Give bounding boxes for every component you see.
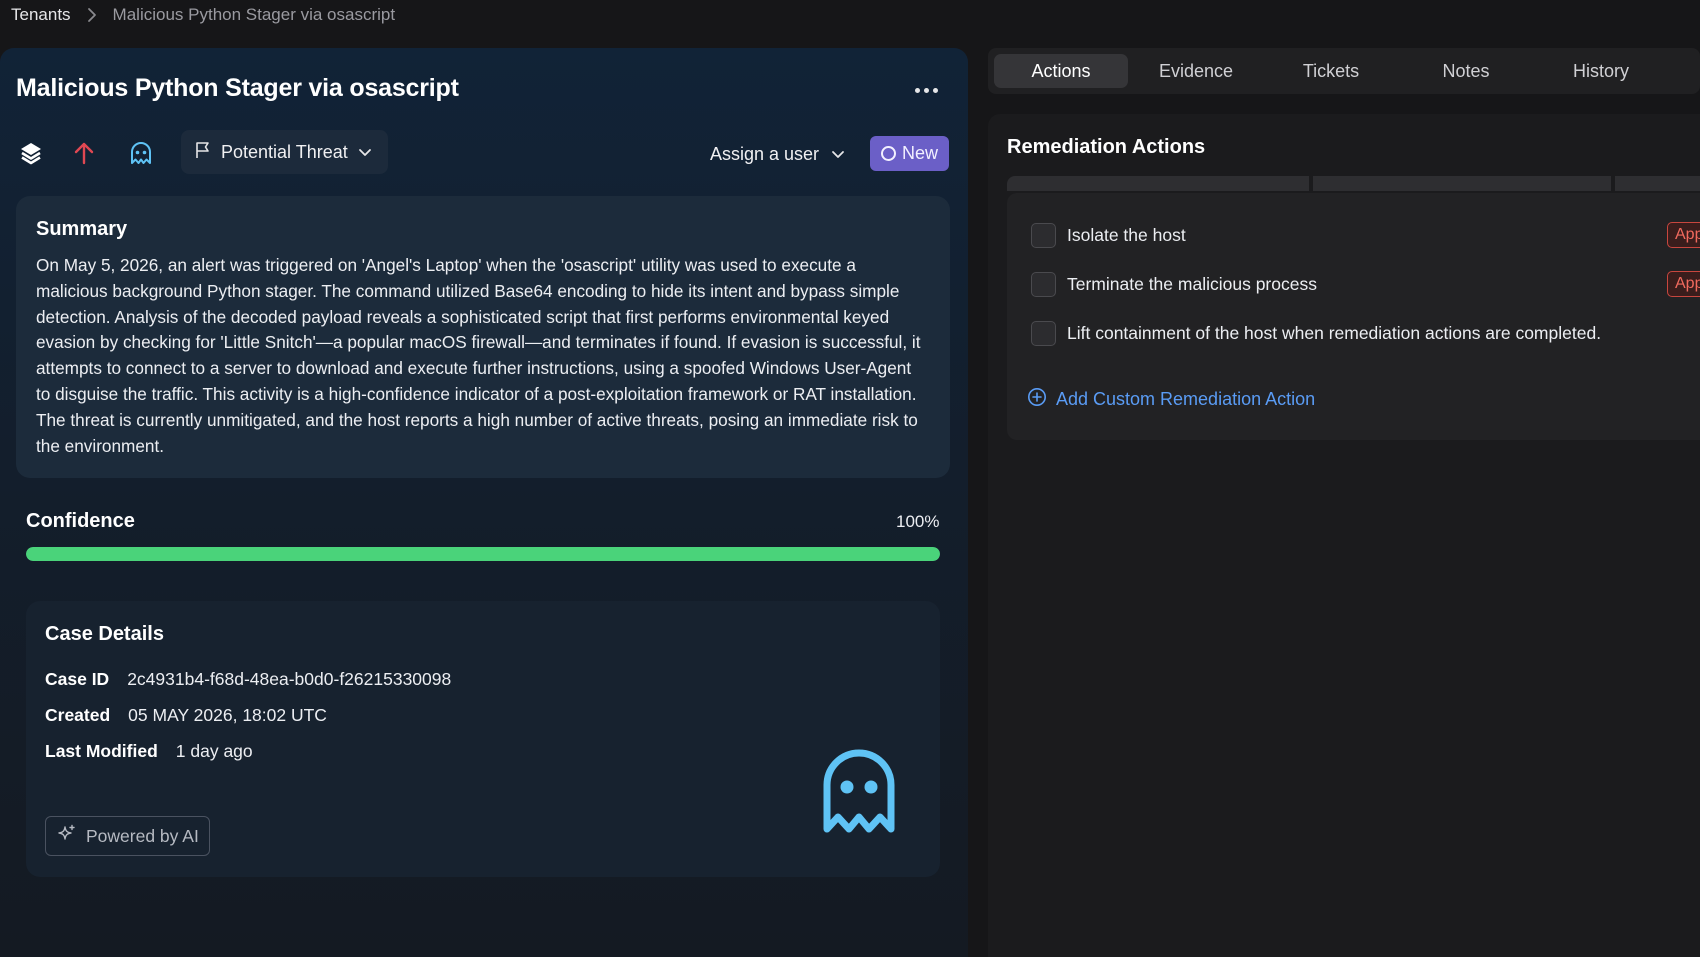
plus-circle-icon <box>1027 387 1047 412</box>
detail-value: 2c4931b4-f68d-48ea-b0d0-f26215330098 <box>127 669 452 689</box>
powered-by-ai-badge: Powered by AI <box>45 816 210 856</box>
dot-icon <box>914 87 920 93</box>
assign-user-dropdown[interactable]: Assign a user <box>710 142 845 166</box>
approve-button[interactable]: App <box>1667 271 1700 297</box>
more-options-button[interactable] <box>910 78 942 102</box>
add-custom-remediation-label: Add Custom Remediation Action <box>1056 389 1316 409</box>
remediation-item-label: Isolate the host <box>1067 224 1186 245</box>
ghost-icon[interactable] <box>128 140 154 166</box>
remediation-item-label: Terminate the malicious process <box>1067 273 1317 294</box>
ghost-logo-icon <box>821 749 897 840</box>
remediation-item: Lift containment of the host when remedi… <box>1031 320 1601 346</box>
summary-card: Summary On May 5, 2026, an alert was tri… <box>16 196 950 478</box>
tab-tickets[interactable]: Tickets <box>1264 54 1398 88</box>
tab-actions[interactable]: Actions <box>994 54 1128 88</box>
detail-row-created: Created 05 MAY 2026, 18:02 UTC <box>45 705 327 726</box>
classification-dropdown[interactable]: Potential Threat <box>181 130 388 174</box>
dot-icon <box>923 87 929 93</box>
chevron-right-icon <box>87 7 97 23</box>
approve-button[interactable]: App <box>1667 222 1700 248</box>
detail-row-case-id: Case ID 2c4931b4-f68d-48ea-b0d0-f2621533… <box>45 669 451 690</box>
remediation-checkbox[interactable] <box>1031 222 1056 248</box>
status-label: New <box>901 143 938 163</box>
breadcrumb-tenants[interactable]: Tenants <box>11 5 71 25</box>
remediation-item: Isolate the host <box>1031 222 1186 248</box>
case-details-card: Case Details Case ID 2c4931b4-f68d-48ea-… <box>26 601 940 877</box>
confidence-bar <box>26 547 940 561</box>
powered-by-label: Powered by AI <box>86 825 199 846</box>
page-title: Malicious Python Stager via osascript <box>16 74 459 102</box>
confidence-bar-fill <box>26 547 940 561</box>
progress-segment <box>1007 176 1309 191</box>
remediation-item: Terminate the malicious process <box>1031 271 1317 297</box>
confidence-label: Confidence <box>26 510 135 532</box>
breadcrumb: Tenants Malicious Python Stager via osas… <box>11 4 395 26</box>
flag-icon <box>195 141 211 164</box>
progress-segment <box>1313 176 1611 191</box>
status-badge[interactable]: New <box>870 136 949 171</box>
breadcrumb-current: Malicious Python Stager via osascript <box>112 5 396 24</box>
detail-row-last-modified: Last Modified 1 day ago <box>45 741 253 762</box>
tab-evidence[interactable]: Evidence <box>1129 54 1263 88</box>
detail-key: Last Modified <box>45 741 158 761</box>
status-circle-icon <box>880 146 896 161</box>
detail-value: 1 day ago <box>175 741 253 761</box>
chevron-down-icon <box>831 144 845 165</box>
summary-text: On May 5, 2026, an alert was triggered o… <box>36 255 921 456</box>
remediation-checkbox[interactable] <box>1031 271 1056 297</box>
assign-user-label: Assign a user <box>710 143 820 164</box>
tab-history[interactable]: History <box>1534 54 1668 88</box>
detail-key: Case ID <box>45 669 110 689</box>
summary-title: Summary <box>36 218 128 240</box>
remediation-title: Remediation Actions <box>1007 136 1206 158</box>
arrow-up-icon[interactable] <box>71 140 97 166</box>
detail-value: 05 MAY 2026, 18:02 UTC <box>128 705 327 725</box>
confidence-value: 100% <box>896 512 940 531</box>
tab-bar: Actions Evidence Tickets Notes History <box>988 48 1700 94</box>
sparkle-icon <box>57 824 77 849</box>
tab-notes[interactable]: Notes <box>1399 54 1533 88</box>
add-custom-remediation-button[interactable]: Add Custom Remediation Action <box>1027 387 1315 412</box>
classification-label: Potential Threat <box>221 141 348 162</box>
case-details-title: Case Details <box>45 623 164 645</box>
remediation-checkbox[interactable] <box>1031 320 1056 346</box>
chevron-down-icon <box>358 142 372 163</box>
remediation-item-label: Lift containment of the host when remedi… <box>1067 322 1602 343</box>
dot-icon <box>932 87 938 93</box>
detail-key: Created <box>45 705 111 725</box>
progress-segment <box>1615 176 1700 191</box>
layers-logo-icon[interactable] <box>18 140 44 166</box>
